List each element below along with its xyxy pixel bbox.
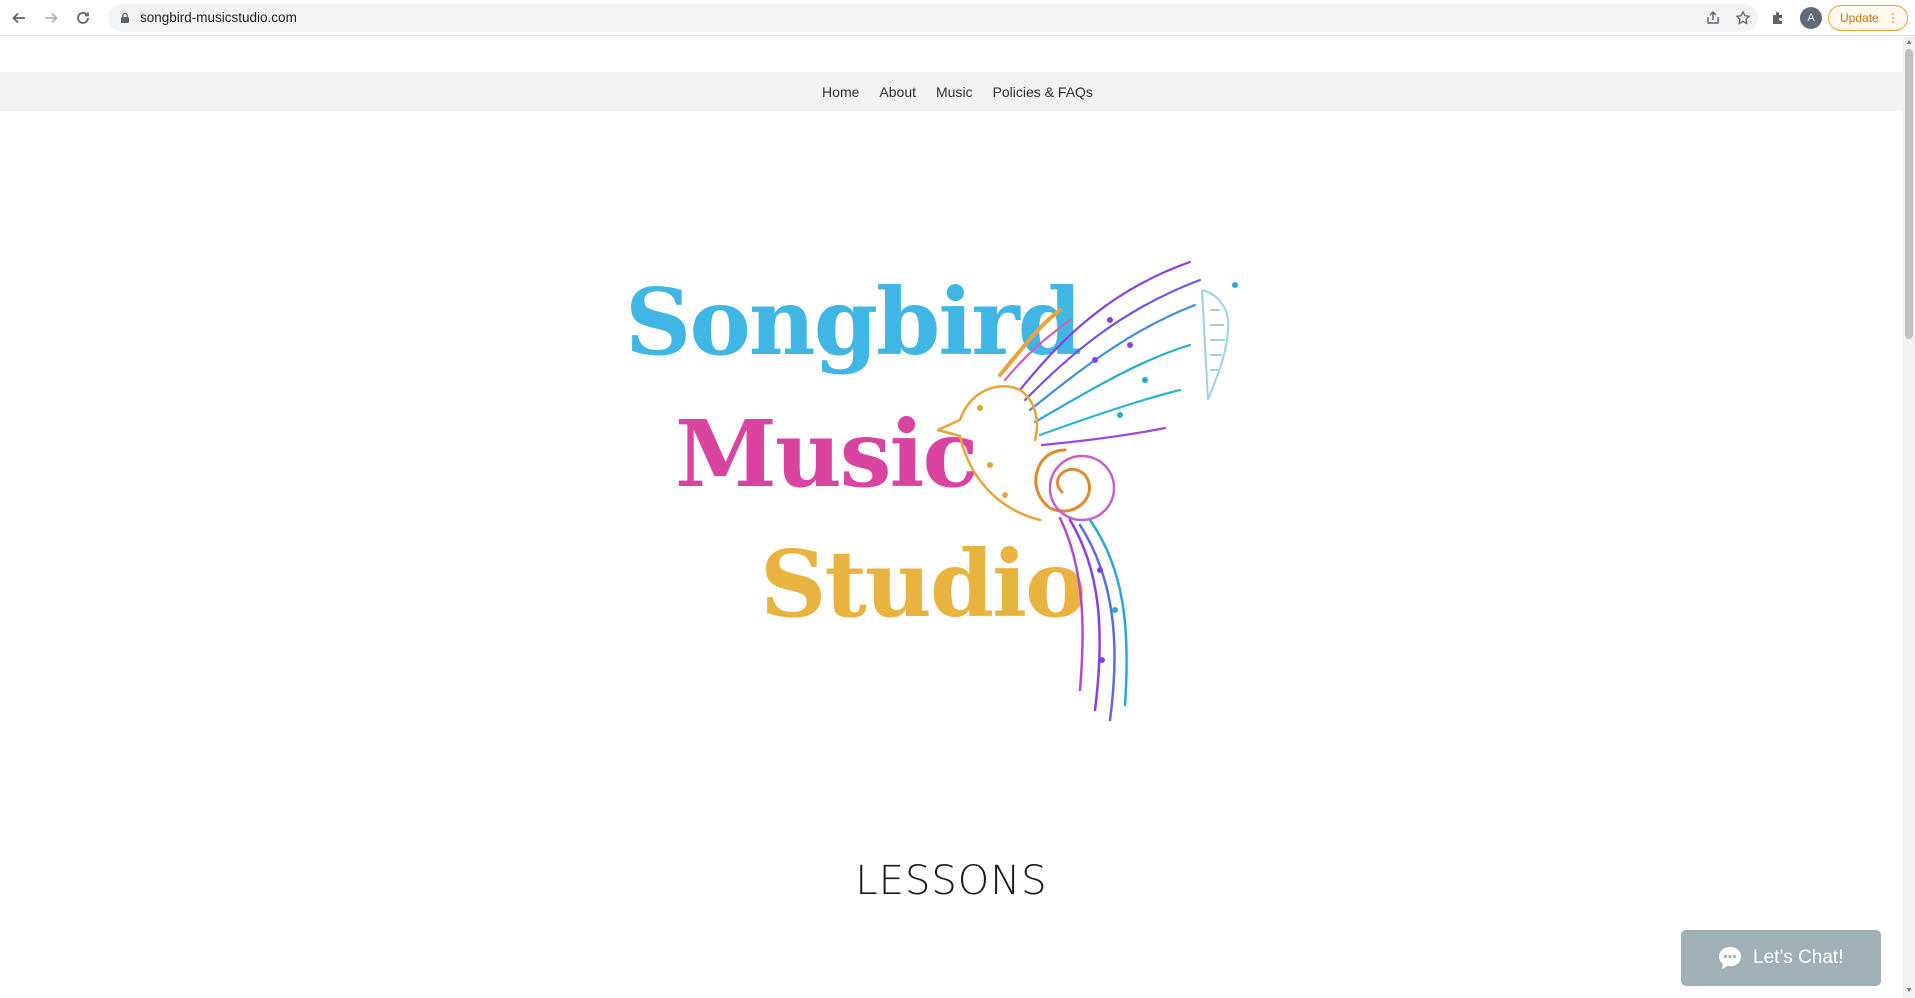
lock-icon: [121, 12, 129, 23]
songbird-illustration-icon: [936, 260, 1238, 722]
scroll-up-arrow-icon[interactable]: ▲: [1905, 39, 1913, 47]
extensions-puzzle-icon[interactable]: [1769, 9, 1787, 27]
forward-button[interactable]: [40, 7, 62, 29]
chat-label: Let’s Chat!: [1753, 947, 1844, 968]
update-button[interactable]: Update ⋮: [1828, 5, 1908, 31]
url-text: songbird-musicstudio.com: [140, 10, 297, 25]
scroll-down-arrow-icon[interactable]: ▼: [1905, 987, 1913, 995]
kebab-menu-icon: ⋮: [1887, 11, 1899, 25]
chat-bubble-icon: [1719, 947, 1741, 969]
songbird-logo: Songbird Music Studio: [610, 250, 1270, 730]
reload-button[interactable]: [72, 7, 94, 29]
browser-toolbar: songbird-musicstudio.com A Update ⋮: [0, 0, 1915, 36]
share-icon[interactable]: [1705, 10, 1721, 26]
address-bar[interactable]: songbird-musicstudio.com: [108, 4, 1758, 32]
chat-widget-button[interactable]: Let’s Chat!: [1681, 930, 1881, 986]
arrow-right-icon: [45, 12, 58, 24]
bookmark-star-icon[interactable]: [1735, 10, 1751, 26]
profile-avatar[interactable]: A: [1800, 7, 1822, 29]
scrollbar-thumb[interactable]: [1905, 49, 1913, 339]
nav-about[interactable]: About: [879, 84, 916, 100]
nav-home[interactable]: Home: [822, 84, 859, 100]
back-button[interactable]: [8, 7, 30, 29]
lessons-heading: LESSONS: [855, 858, 1048, 904]
update-label: Update: [1840, 11, 1879, 25]
site-navigation: Home About Music Policies & FAQs: [0, 72, 1903, 111]
vertical-scrollbar[interactable]: ▲ ▼: [1903, 37, 1915, 998]
nav-policies-faqs[interactable]: Policies & FAQs: [993, 84, 1093, 100]
reload-icon: [77, 12, 89, 24]
nav-music[interactable]: Music: [936, 84, 973, 100]
arrow-left-icon: [12, 12, 25, 24]
